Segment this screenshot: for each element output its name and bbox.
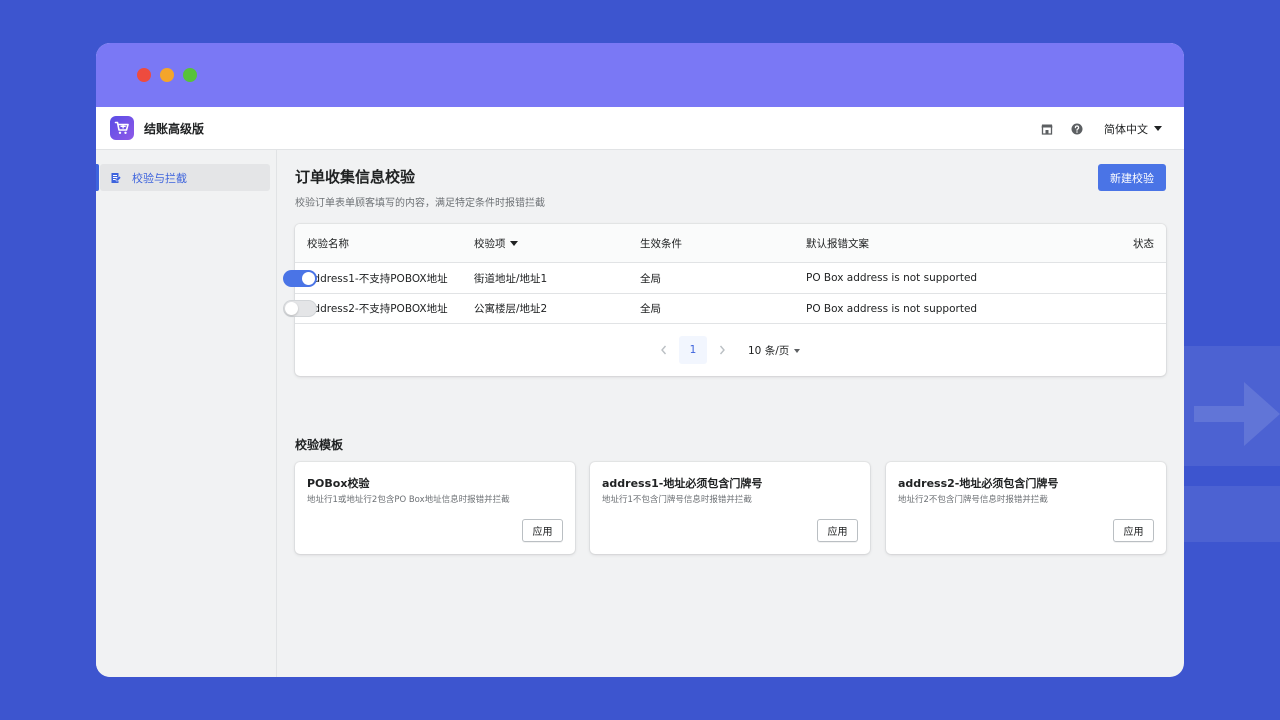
validation-message: PO Box address is not supported <box>806 302 978 315</box>
template-name: address1-地址必须包含门牌号 <box>602 477 763 490</box>
help-icon[interactable] <box>1070 122 1084 136</box>
toggle-knob <box>285 302 298 315</box>
language-selector[interactable]: 简体中文 <box>1104 121 1162 137</box>
store-icon[interactable] <box>1040 122 1054 136</box>
column-header: 状态 <box>1133 237 1154 250</box>
validation-condition: 全局 <box>640 272 661 285</box>
page-subtitle: 校验订单表单顾客填写的内容，满足特定条件时报错拦截 <box>295 198 545 209</box>
column-header: 默认报错文案 <box>806 237 869 250</box>
close-window-button[interactable] <box>137 68 151 82</box>
pagination: 1 10 条/页 <box>295 336 1166 364</box>
app-logo <box>110 116 134 140</box>
sidebar-item-label: 校验与拦截 <box>132 171 187 185</box>
language-label: 简体中文 <box>1104 122 1148 136</box>
page-title: 订单收集信息校验 <box>295 168 416 186</box>
shopping-cart-icon <box>114 121 129 134</box>
apply-button[interactable]: 应用 <box>817 519 858 542</box>
app-window: 结账高级版 简体中文 校验与拦截 订单收集信息校验 校验订单表单顾客填写的内容，… <box>96 43 1184 677</box>
template-description: 地址行1或地址行2包含PO Box地址信息时报错并拦截 <box>307 495 510 505</box>
status-toggle[interactable] <box>283 300 317 317</box>
column-header-sortable[interactable]: 校验项 <box>474 236 518 251</box>
apply-button[interactable]: 应用 <box>522 519 563 542</box>
sidebar: 校验与拦截 <box>96 150 277 677</box>
maximize-window-button[interactable] <box>183 68 197 82</box>
toggle-knob <box>302 271 315 285</box>
table-header: 校验名称 校验项 生效条件 默认报错文案 状态 <box>295 224 1166 263</box>
page-size-label: 10 条/页 <box>748 345 790 357</box>
validation-message: PO Box address is not supported <box>806 272 978 284</box>
column-header-label: 校验项 <box>474 237 506 250</box>
app-name: 结账高级版 <box>144 121 205 136</box>
template-description: 地址行2不包含门牌号信息时报错并拦截 <box>898 495 1048 505</box>
minimize-window-button[interactable] <box>160 68 174 82</box>
apply-button[interactable]: 应用 <box>1113 519 1154 542</box>
window-titlebar <box>96 43 1184 107</box>
arrow-right-icon <box>1194 382 1280 446</box>
template-name: POBox校验 <box>307 477 370 490</box>
templates-title: 校验模板 <box>295 438 344 452</box>
table-row[interactable]: address1-不支持POBOX地址 街道地址/地址1 全局 PO Box a… <box>283 263 1166 294</box>
header-actions: 简体中文 <box>1040 107 1162 150</box>
background-decoration <box>1184 486 1280 542</box>
app-header: 结账高级版 简体中文 <box>96 107 1184 150</box>
column-header: 生效条件 <box>640 237 682 250</box>
column-header: 校验名称 <box>307 237 349 250</box>
page-number[interactable]: 1 <box>679 336 707 364</box>
template-card: address1-地址必须包含门牌号 地址行1不包含门牌号信息时报错并拦截 应用 <box>590 462 870 554</box>
template-card: POBox校验 地址行1或地址行2包含PO Box地址信息时报错并拦截 应用 <box>295 462 575 554</box>
chevron-left-icon[interactable] <box>657 342 671 358</box>
validation-condition: 全局 <box>640 303 661 315</box>
sort-down-icon <box>509 240 518 246</box>
validation-field: 街道地址/地址1 <box>474 272 548 285</box>
sidebar-item-validation[interactable]: 校验与拦截 <box>96 164 270 191</box>
validation-name: address2-不支持POBOX地址 <box>307 303 448 315</box>
chevron-down-icon <box>1154 126 1162 131</box>
template-description: 地址行1不包含门牌号信息时报错并拦截 <box>602 495 752 505</box>
chevron-down-icon <box>794 348 801 353</box>
new-validation-button[interactable]: 新建校验 <box>1098 164 1166 191</box>
chevron-right-icon[interactable] <box>715 342 729 358</box>
template-card: address2-地址必须包含门牌号 地址行2不包含门牌号信息时报错并拦截 应用 <box>886 462 1166 554</box>
validation-field: 公寓楼层/地址2 <box>474 303 548 315</box>
status-toggle[interactable] <box>283 269 317 287</box>
document-icon <box>111 172 122 183</box>
validation-name: address1-不支持POBOX地址 <box>307 272 448 285</box>
table-row[interactable]: address2-不支持POBOX地址 公寓楼层/地址2 全局 PO Box a… <box>283 294 1166 324</box>
page-size-select[interactable]: 10 条/页 <box>748 343 801 358</box>
template-name: address2-地址必须包含门牌号 <box>898 477 1059 490</box>
validation-table: 校验名称 校验项 生效条件 默认报错文案 状态 address1-不支持POBO… <box>283 224 1166 376</box>
